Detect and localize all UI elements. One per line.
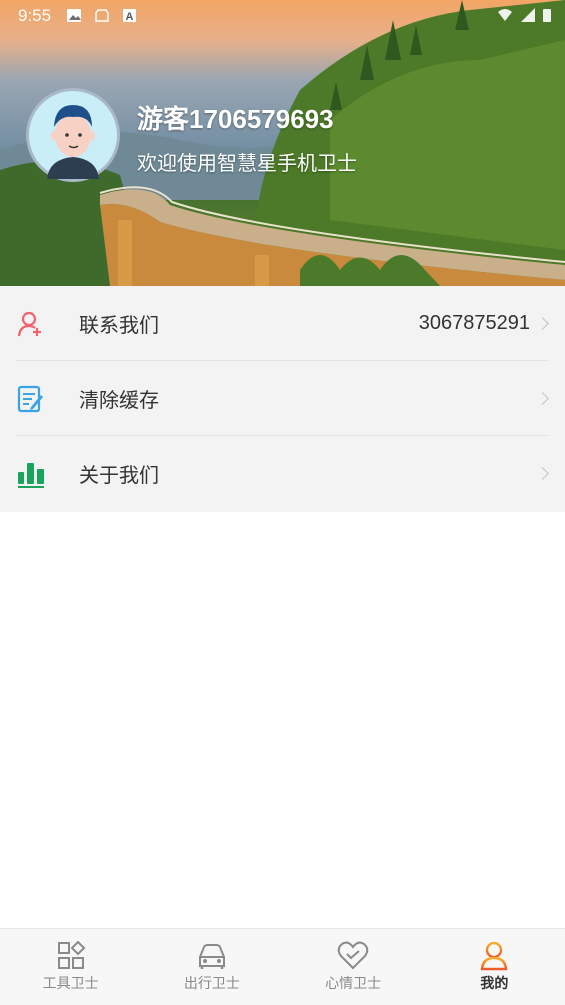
chevron-right-icon (536, 392, 549, 405)
tab-mine[interactable]: 我的 (424, 929, 565, 1005)
tab-mood[interactable]: 心情卫士 (283, 929, 424, 1005)
menu-label-clear-cache: 清除缓存 (79, 388, 159, 412)
tab-tools[interactable]: 工具卫士 (0, 929, 141, 1005)
status-time: 9:55 (18, 6, 52, 25)
tab-travel[interactable]: 出行卫士 (141, 929, 282, 1005)
username: 游客1706579693 (137, 104, 334, 134)
svg-text:A: A (126, 11, 134, 23)
clipboard-notification-icon (94, 8, 110, 23)
menu-item-clear-cache[interactable]: 清除缓存 (0, 361, 565, 436)
welcome-text: 欢迎使用智慧星手机卫士 (137, 151, 357, 175)
status-bar: 9:55 A (0, 0, 565, 32)
battery-icon (543, 8, 551, 27)
car-icon (196, 941, 228, 971)
grid-icon (55, 940, 87, 971)
tab-label-mood: 心情卫士 (325, 976, 382, 992)
contact-add-icon (17, 310, 45, 338)
chevron-right-icon (536, 467, 549, 480)
menu-item-contact-us[interactable]: 联系我们 3067875291 (0, 286, 565, 361)
image-notification-icon (66, 8, 82, 23)
menu-label-contact-us: 联系我们 (79, 313, 159, 337)
tab-label-mine: 我的 (480, 976, 509, 992)
bar-chart-icon (17, 460, 45, 488)
wifi-icon (497, 8, 513, 27)
tab-label-travel: 出行卫士 (183, 976, 240, 992)
signal-icon (521, 8, 535, 27)
person-icon (478, 941, 510, 971)
bottom-tab-bar: 工具卫士 出行卫士 心情卫士 我的 (0, 928, 565, 1005)
profile-header: 9:55 A 游客1706579693 欢迎使用智慧星手机卫士 (0, 0, 565, 286)
menu-label-about-us: 关于我们 (79, 463, 159, 487)
contact-number: 3067875291 (418, 312, 530, 334)
heart-icon (337, 941, 369, 971)
chevron-right-icon (536, 317, 549, 330)
settings-menu: 联系我们 3067875291 清除缓存 关于我们 (0, 286, 565, 512)
font-notification-icon: A (122, 8, 138, 23)
tab-label-tools: 工具卫士 (42, 976, 99, 992)
menu-item-about-us[interactable]: 关于我们 (0, 436, 565, 511)
avatar[interactable] (26, 88, 120, 182)
edit-note-icon (17, 385, 45, 413)
